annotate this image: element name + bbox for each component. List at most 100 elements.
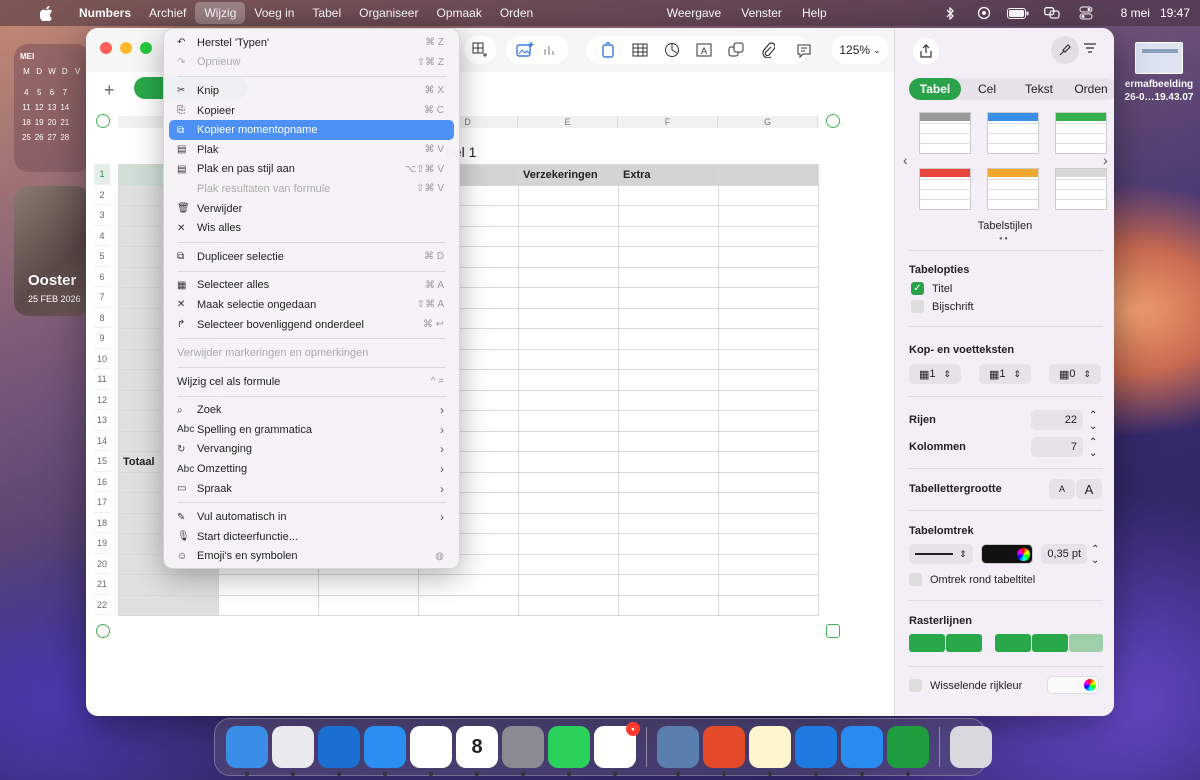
menu-organiseer[interactable]: Organiseer [350,2,427,24]
table-row[interactable] [118,594,819,616]
outline-stepper[interactable]: ⌃ ⌄ [1091,544,1099,566]
table-cell[interactable] [618,348,719,370]
table-cell[interactable] [518,348,619,370]
table-cell[interactable] [618,574,719,596]
checkbox-checked-icon[interactable]: ✓ [911,282,924,295]
row-number[interactable]: 19 [94,533,110,554]
menu-item-dupliceer-selectie[interactable]: ⧉ Dupliceer selectie ⌘ D [169,247,454,267]
dock-numbers-icon[interactable] [887,726,929,776]
table-cell[interactable] [518,184,619,206]
table-resize-handle[interactable] [826,624,840,638]
font-larger-button[interactable]: A [1076,479,1102,499]
dock-outlook-icon[interactable] [318,726,360,776]
table-cell[interactable] [718,307,819,329]
table-cell[interactable] [518,553,619,575]
columns-stepper[interactable]: ⌃ ⌄ [1089,437,1097,459]
menu-item-selecteer-bovenliggend-onderdeel[interactable]: ↱ Selecteer bovenliggend onderdeel ⌘ ↩ [169,315,454,335]
color-wheel-icon[interactable] [1084,679,1096,691]
format-brush-icon[interactable] [1051,36,1079,64]
dock-trash-icon[interactable] [950,726,992,768]
dock-keynote-icon[interactable] [795,726,837,776]
table-cell[interactable] [618,307,719,329]
row-number[interactable]: 20 [94,554,110,574]
table-cell[interactable] [618,512,719,534]
table-cell[interactable] [618,225,719,247]
menu-item-opnieuw[interactable]: ↷ Opnieuw ⇧⌘ Z [169,53,454,73]
row-add-handle[interactable] [96,624,110,638]
table-cell[interactable] [618,471,719,493]
row-number[interactable]: 4 [94,226,110,246]
row-number[interactable]: 15 [94,451,110,472]
menu-item-vul-automatisch-in[interactable]: ✎ Vul automatisch in › [169,507,454,527]
column-header-f[interactable]: F [618,116,718,128]
table-style-3[interactable] [1055,112,1107,154]
desktop-screenshot-file[interactable]: ermafbeelding 26-0…19.43.07 [1118,42,1200,104]
table-cell[interactable] [518,574,619,596]
menu-item-maak-selectie-ongedaan[interactable]: ✕ Maak selectie ongedaan ⇧⌘ A [169,295,454,315]
table-cell[interactable] [618,492,719,514]
menu-item-omzetting[interactable]: Abc Omzetting › [169,459,454,479]
table-select-handle[interactable] [96,114,110,128]
bluetooth-icon[interactable] [933,6,967,20]
menu-item-plak-en-pas-stijl-aan[interactable]: ▤ Plak en pas stijl aan ⌥⇧⌘ V [169,160,454,180]
shape-icon[interactable] [720,38,752,62]
table-cell[interactable] [618,287,719,309]
close-window-button[interactable] [100,42,112,54]
title-option[interactable]: ✓ Titel [911,282,952,295]
screen-mirroring-icon[interactable] [1035,7,1069,19]
table-cell[interactable] [718,410,819,432]
row-number[interactable]: 21 [94,574,110,595]
table-cell[interactable] [618,205,719,227]
row-number[interactable]: 5 [94,246,110,267]
gridlines-header-rows-button[interactable] [909,634,945,652]
row-number[interactable]: 22 [94,595,110,615]
menu-item-start-dicteerfunctie[interactable]: 🎙 Start dicteerfunctie... [169,527,454,547]
minimize-window-button[interactable] [120,42,132,54]
dock-launchpad-icon[interactable] [272,726,314,776]
table-cell[interactable] [718,471,819,493]
footer-rows-popup[interactable]: ▦ 0 ⇕ [1049,364,1101,384]
table-cell[interactable] [718,328,819,350]
table-cell[interactable] [518,512,619,534]
dock-app-store-icon[interactable] [841,726,883,776]
table-cell[interactable] [118,594,219,616]
alternating-row-color-well[interactable] [1047,676,1099,694]
rows-field[interactable]: 22 [1031,410,1083,430]
table-style-4[interactable] [919,168,971,210]
chevron-left-icon[interactable]: ‹ [903,152,908,168]
fullscreen-window-button[interactable] [140,42,152,54]
dock-whatsapp-icon[interactable] [548,726,590,776]
table-cell[interactable] [718,225,819,247]
row-number[interactable]: 8 [94,308,110,328]
row-number[interactable]: 11 [94,369,110,390]
table-cell[interactable] [518,451,619,473]
table-cell[interactable] [618,533,719,555]
add-row-icon[interactable] [470,38,490,62]
menu-voeg-in[interactable]: Voeg in [245,2,303,24]
table-cell[interactable] [718,205,819,227]
menu-item-verwijder[interactable]: 🗑 Verwijder [169,199,454,219]
table-cell[interactable] [718,266,819,288]
battery-icon[interactable] [1001,7,1035,19]
table-cell[interactable] [718,492,819,514]
menu-opmaak[interactable]: Opmaak [427,2,490,24]
table-cell[interactable] [718,164,819,186]
text-icon[interactable]: A [688,38,720,62]
apple-icon[interactable] [40,5,58,21]
table-cell[interactable] [518,389,619,411]
table-cell[interactable] [618,246,719,268]
chevron-right-icon[interactable]: › [1103,152,1108,168]
table-cell[interactable] [518,533,619,555]
table-cell[interactable] [718,574,819,596]
table-cell[interactable] [518,205,619,227]
table-cell[interactable]: Verzekeringen [518,164,619,186]
table-cell[interactable] [618,328,719,350]
table-cell[interactable] [618,430,719,452]
tab-tabel[interactable]: Tabel [909,78,961,100]
gridlines-body-columns-button[interactable] [1032,634,1068,652]
caption-option[interactable]: Bijschrift [911,300,974,313]
row-number[interactable]: 3 [94,205,110,226]
zoom-popup[interactable]: 125% ⌄ [832,36,888,64]
table-row[interactable] [118,574,819,596]
menu-item-verwijder-markeringen-en-opmerkingen[interactable]: Verwijder markeringen en opmerkingen [169,343,454,363]
